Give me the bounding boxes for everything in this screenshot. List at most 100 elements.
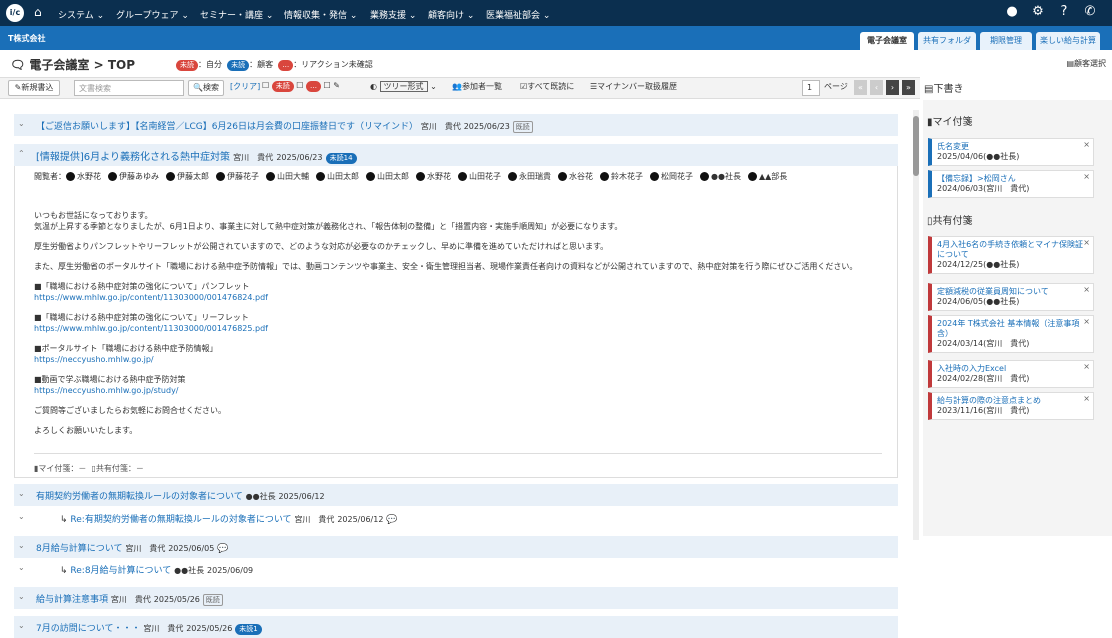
- thread-reply-row[interactable]: ⌄ ↳ Re:8月給与計算について ●●社長 2025/06/09: [14, 558, 898, 580]
- menu-customer[interactable]: 顧客向け ⌄: [428, 8, 474, 21]
- page-number-input[interactable]: 1: [802, 80, 820, 96]
- person-icon: [166, 172, 175, 181]
- shared-note-card[interactable]: 給与計算の際の注意点まとめ 2023/11/16(宮川 貴代) ×: [928, 392, 1094, 420]
- new-post-button[interactable]: ✎新規書込: [8, 80, 60, 96]
- post-line: ■「職場における熱中症対策の強化について」パンフレット: [34, 282, 250, 291]
- filter-checkboxes[interactable]: ☐ 未読 ☐ … ☐ ✎: [262, 81, 340, 92]
- person-icon: [747, 172, 757, 181]
- help-icon[interactable]: ?: [1056, 4, 1072, 20]
- shared-note-card[interactable]: 定額減税の従業員周知について 2024/06/05(●●社長) ×: [928, 283, 1094, 311]
- close-icon[interactable]: ×: [1083, 394, 1090, 403]
- my-number-history-button[interactable]: ☰マイナンバー取扱履歴: [590, 81, 677, 92]
- viewer-item: 山田花子: [458, 170, 501, 184]
- participants-button[interactable]: 👥参加者一覧: [452, 81, 502, 92]
- post-notes: ▮マイ付箋：－ ▯共有付箋：－: [34, 464, 144, 473]
- gear-icon[interactable]: ⚙: [1030, 4, 1046, 20]
- chevron-down-icon[interactable]: ⌄: [18, 541, 25, 550]
- comment-icon: 💬: [386, 515, 398, 525]
- mark-all-read-button[interactable]: ☑すべて既読に: [520, 81, 574, 92]
- close-icon[interactable]: ×: [1083, 362, 1090, 371]
- prev-page-button[interactable]: ‹: [870, 80, 883, 95]
- home-icon[interactable]: ⌂: [34, 5, 42, 19]
- tab-payroll[interactable]: 楽しい給与計算: [1036, 32, 1100, 50]
- post-link[interactable]: https://neccyusho.mhlw.go.jp/: [34, 354, 894, 365]
- viewer-item: 水野花: [66, 170, 101, 184]
- thread-reply-row[interactable]: ⌄ ↳ Re:有期契約労働者の無期転換ルールの対象者について 宮川 貴代 2025…: [14, 507, 898, 529]
- person-icon: [650, 172, 659, 181]
- user-icon[interactable]: ●: [1004, 4, 1020, 20]
- post-line: [34, 334, 894, 343]
- post-line: [34, 272, 894, 281]
- tab-deadline[interactable]: 期限管理: [980, 32, 1032, 50]
- first-page-button[interactable]: «: [854, 80, 867, 95]
- chevron-down-icon[interactable]: ⌄: [18, 512, 25, 521]
- thread-row[interactable]: ⌄ 【ご返信お願いします】【名南経営／LCG】6月26日は月会費の口座振替日です…: [14, 114, 898, 136]
- menu-seminar[interactable]: セミナー・講座 ⌄: [200, 8, 273, 21]
- post-link[interactable]: https://neccyusho.mhlw.go.jp/study/: [34, 385, 894, 396]
- phone-icon[interactable]: ✆: [1082, 4, 1098, 20]
- person-icon: [316, 172, 325, 181]
- comment-icon: 💬: [217, 544, 229, 554]
- view-mode-select[interactable]: ◐ ツリー形式 ⌄: [370, 81, 437, 92]
- post-line: [34, 232, 894, 241]
- page-label: ページ: [824, 82, 848, 91]
- close-icon[interactable]: ×: [1083, 317, 1090, 326]
- close-icon[interactable]: ×: [1083, 238, 1090, 247]
- post-link[interactable]: https://www.mhlw.go.jp/content/11303000/…: [34, 292, 894, 303]
- tab-shared-folder[interactable]: 共有フォルダ: [918, 32, 976, 50]
- thread-row[interactable]: ⌄ 7月の訪問について・・・ 宮川 貴代 2025/05/26 未読1: [14, 616, 898, 638]
- app-logo[interactable]: i/c: [6, 4, 24, 22]
- chevron-down-icon[interactable]: ⌄: [18, 489, 25, 498]
- post-line: ご質問等ございましたらお気軽にお問合せください。: [34, 406, 226, 415]
- person-icon: [216, 172, 225, 181]
- close-icon[interactable]: ×: [1083, 285, 1090, 294]
- chevron-down-icon[interactable]: ⌄: [18, 621, 25, 630]
- shared-note-card[interactable]: 4月入社6名の手続き依頼とマイナ保険証について 2024/12/25(●●社長) ×: [928, 236, 1094, 274]
- person-icon: [366, 172, 375, 181]
- chevron-down-icon[interactable]: ⌄: [18, 563, 25, 572]
- post-link[interactable]: https://www.mhlw.go.jp/content/11303000/…: [34, 323, 894, 334]
- customer-select-link[interactable]: ▤顧客選択: [1066, 58, 1106, 69]
- person-icon: [600, 172, 609, 181]
- thread-row[interactable]: ⌄ 8月給与計算について 宮川 貴代 2025/06/05 💬: [14, 536, 898, 558]
- close-icon[interactable]: ×: [1083, 140, 1090, 149]
- menu-info[interactable]: 情報収集・発信 ⌄: [284, 8, 357, 21]
- post-line: [34, 396, 894, 405]
- menu-medical[interactable]: 医業福祉部会 ⌄: [486, 8, 550, 21]
- viewer-item: 山田太郎: [366, 170, 409, 184]
- clear-link[interactable]: [クリア]: [230, 81, 260, 92]
- viewer-item: 伊藤花子: [216, 170, 259, 184]
- scrollbar-thumb[interactable]: [913, 116, 919, 176]
- divider: [34, 453, 882, 454]
- legend: 未読 ：自分 未読 ：顧客 … ：リアクション未確認: [176, 59, 373, 71]
- menu-business[interactable]: 業務支援 ⌄: [370, 8, 416, 21]
- person-icon: [66, 172, 75, 181]
- menu-system[interactable]: システム ⌄: [58, 8, 104, 21]
- chevron-down-icon[interactable]: ⌄: [18, 119, 25, 128]
- page-title: 🗨 電子会議室 > TOP: [10, 58, 136, 72]
- my-note-card[interactable]: 【備忘録】>松岡さん 2024/06/03(宮川 貴代) ×: [928, 170, 1094, 198]
- viewer-item: 水谷花: [558, 170, 593, 184]
- opened-post-header[interactable]: ⌃ [情報提供]6月より義務化される熱中症対策 宮川 貴代 2025/06/23…: [14, 144, 898, 166]
- post-line: ■「職場における熱中症対策の強化について」リーフレット: [34, 313, 249, 322]
- search-input[interactable]: 文書検索: [74, 80, 184, 96]
- shared-note-card[interactable]: 入社時の入力Excel 2024/02/28(宮川 貴代) ×: [928, 360, 1094, 388]
- post-line: 気温が上昇する季節となりましたが、6月1日より、事業主に対して熱中症対策が義務化…: [34, 222, 623, 231]
- chevron-up-icon[interactable]: ⌃: [18, 149, 25, 158]
- viewer-item: 伊藤太郎: [166, 170, 209, 184]
- search-button[interactable]: 🔍検索: [188, 80, 224, 96]
- close-icon[interactable]: ×: [1083, 172, 1090, 181]
- tab-meeting-room[interactable]: 電子会議室: [860, 32, 914, 50]
- drafts-header[interactable]: ▤下書き: [924, 80, 963, 95]
- my-note-card[interactable]: 氏名変更 2025/04/06(●●社長) ×: [928, 138, 1094, 166]
- next-page-button[interactable]: ›: [886, 80, 899, 95]
- chevron-down-icon[interactable]: ⌄: [18, 592, 25, 601]
- menu-groupware[interactable]: グループウェア ⌄: [116, 8, 189, 21]
- viewer-item: 松岡花子: [650, 170, 693, 184]
- viewer-item: ▲▲部長: [747, 170, 787, 184]
- person-icon: [266, 172, 275, 181]
- thread-row[interactable]: ⌄ 給与計算注意事項 宮川 貴代 2025/05/26 既読: [14, 587, 898, 609]
- last-page-button[interactable]: »: [902, 80, 915, 95]
- thread-row[interactable]: ⌄ 有期契約労働者の無期転換ルールの対象者について ●●社長 2025/06/12: [14, 484, 898, 506]
- shared-note-card[interactable]: 2024年 T株式会社 基本情報（注意事項含） 2024/03/14(宮川 貴代)…: [928, 315, 1094, 353]
